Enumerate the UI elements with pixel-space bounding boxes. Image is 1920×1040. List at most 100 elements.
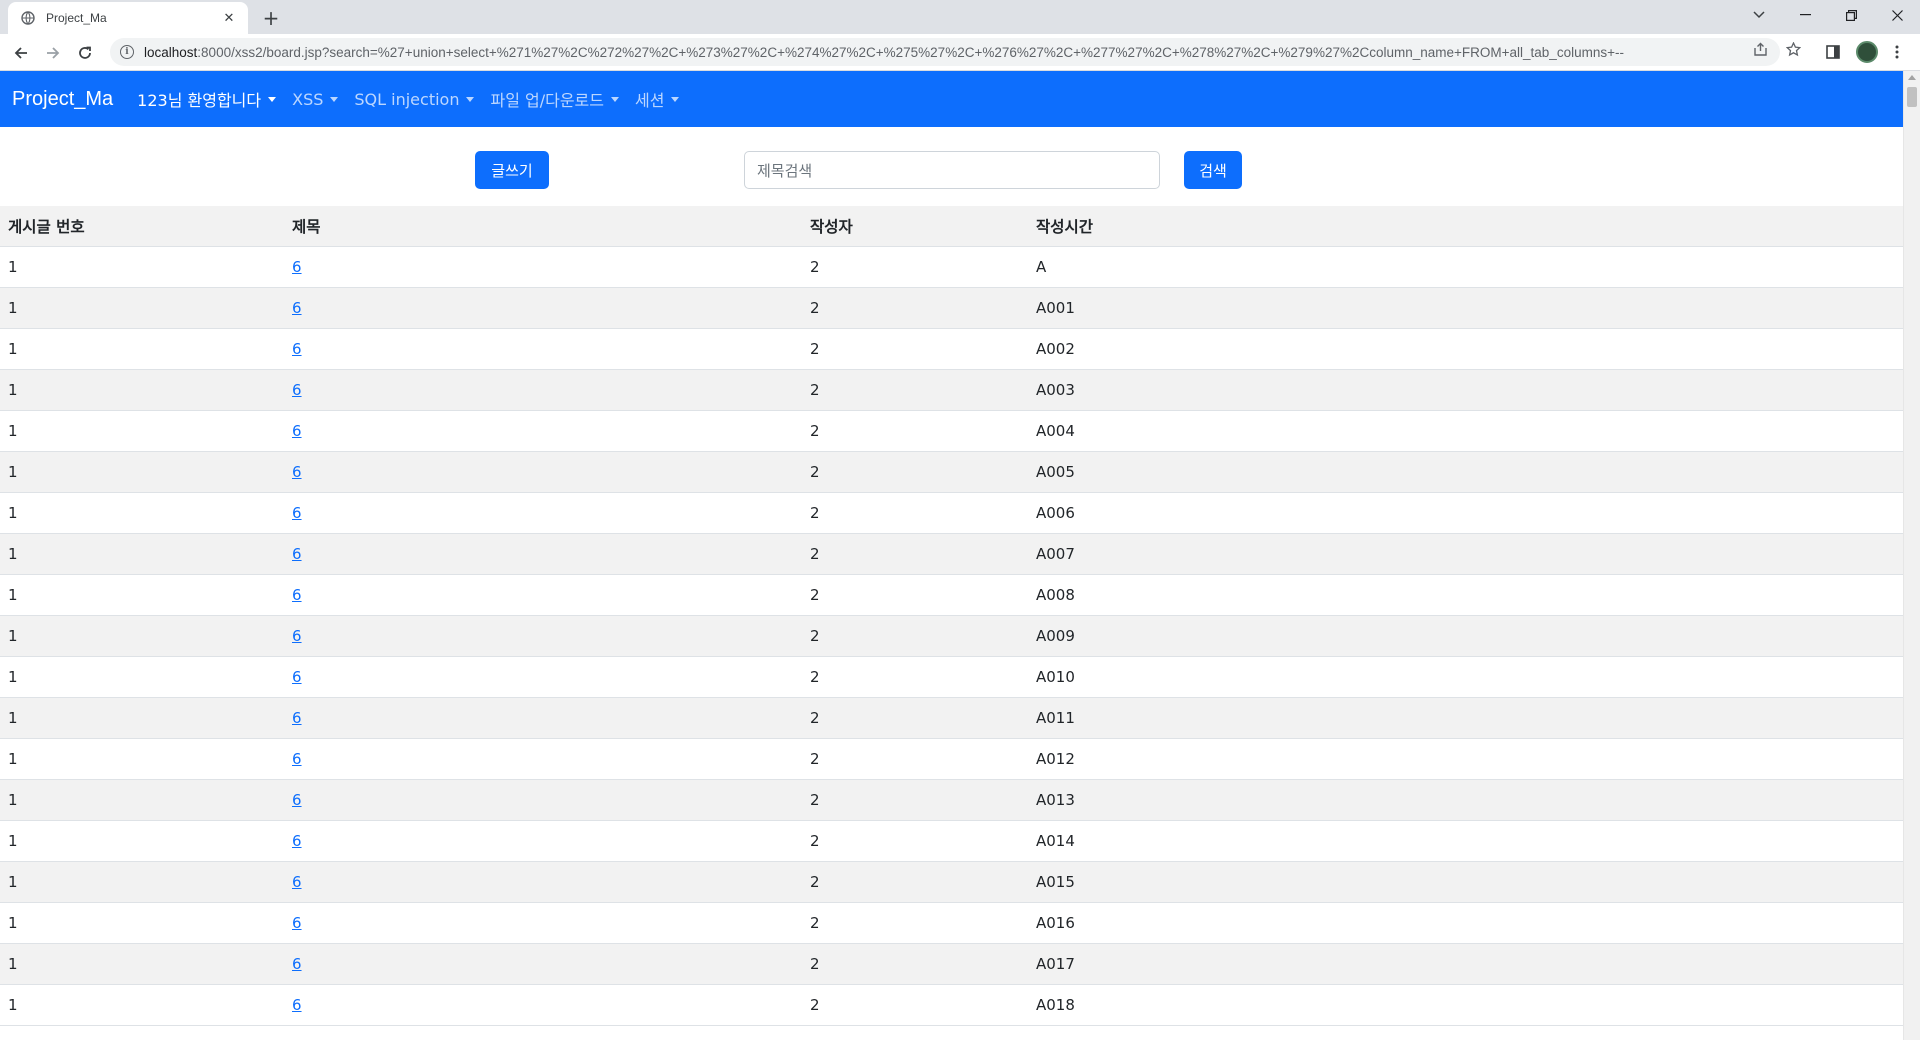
forward-arrow-icon[interactable]: [40, 40, 66, 66]
post-title-link[interactable]: 6: [292, 586, 302, 604]
column-header-time: 작성시간: [1028, 206, 1903, 247]
post-title-link[interactable]: 6: [292, 709, 302, 727]
post-author-cell: 2: [802, 861, 1028, 903]
post-author-cell: 2: [802, 779, 1028, 821]
title-search-input[interactable]: 제목검색: [744, 151, 1160, 189]
post-time-cell: A012: [1028, 738, 1903, 780]
table-row: 1 6 2 A005: [0, 451, 1903, 493]
post-number-cell: 1: [0, 287, 284, 329]
table-row: 1 6 2 A014: [0, 820, 1903, 862]
scroll-thumb[interactable]: [1907, 87, 1917, 107]
post-time-cell: A003: [1028, 369, 1903, 411]
post-title-link[interactable]: 6: [292, 914, 302, 932]
table-row: 1 6 2 A012: [0, 738, 1903, 780]
post-title-link[interactable]: 6: [292, 955, 302, 973]
post-title-link[interactable]: 6: [292, 463, 302, 481]
address-bar[interactable]: i localhost:8000/xss2/board.jsp?search=%…: [110, 38, 1780, 66]
table-row: 1 6 2 A002: [0, 328, 1903, 370]
more-menu-icon[interactable]: [1886, 41, 1908, 63]
post-author-cell: 2: [802, 943, 1028, 985]
nav-item-welcome[interactable]: 123님 환영합니다: [137, 87, 277, 111]
post-number-cell: 1: [0, 820, 284, 862]
post-time-cell: A007: [1028, 533, 1903, 575]
post-title-link[interactable]: 6: [292, 504, 302, 522]
table-row: 1 6 2 A003: [0, 369, 1903, 411]
navbar-brand[interactable]: Project_Ma: [12, 88, 113, 111]
post-title-link[interactable]: 6: [292, 422, 302, 440]
nav-item-label: XSS: [292, 89, 324, 109]
post-title-link[interactable]: 6: [292, 668, 302, 686]
post-title-link[interactable]: 6: [292, 340, 302, 358]
table-row: 1 6 2 A011: [0, 697, 1903, 739]
post-time-cell: A002: [1028, 328, 1903, 370]
post-title-link[interactable]: 6: [292, 832, 302, 850]
site-navbar: Project_Ma 123님 환영합니다 XSS SQL injection …: [0, 71, 1903, 127]
post-title-cell: 6: [284, 656, 802, 698]
minimize-icon[interactable]: [1782, 0, 1828, 30]
info-icon[interactable]: i: [120, 45, 134, 59]
nav-item-xss[interactable]: XSS: [292, 89, 339, 109]
post-author-cell: 2: [802, 738, 1028, 780]
post-author-cell: 2: [802, 369, 1028, 411]
board-table: 게시글 번호 제목 작성자 작성시간 1 6 2 A 1 6 2 A001 1 6 2 A002 1 6 2…: [0, 206, 1903, 1026]
post-title-link[interactable]: 6: [292, 627, 302, 645]
table-row: 1 6 2 A008: [0, 574, 1903, 616]
column-header-title: 제목: [284, 206, 802, 247]
post-author-cell: 2: [802, 574, 1028, 616]
side-panel-icon[interactable]: [1822, 41, 1844, 63]
bookmark-star-icon[interactable]: [1785, 41, 1801, 57]
back-arrow-icon[interactable]: [8, 40, 34, 66]
reload-icon[interactable]: [72, 40, 98, 66]
table-row: 1 6 2 A017: [0, 943, 1903, 985]
post-time-cell: A006: [1028, 492, 1903, 534]
post-number-cell: 1: [0, 246, 284, 288]
post-title-cell: 6: [284, 533, 802, 575]
post-title-cell: 6: [284, 574, 802, 616]
post-time-cell: A011: [1028, 697, 1903, 739]
post-author-cell: 2: [802, 246, 1028, 288]
new-tab-button[interactable]: +: [258, 5, 284, 31]
nav-item-sql-injection[interactable]: SQL injection: [354, 89, 475, 109]
restore-icon[interactable]: [1828, 0, 1874, 30]
post-title-cell: 6: [284, 984, 802, 1026]
post-number-cell: 1: [0, 738, 284, 780]
post-title-link[interactable]: 6: [292, 873, 302, 891]
profile-avatar-icon[interactable]: [1856, 41, 1878, 63]
post-number-cell: 1: [0, 861, 284, 903]
post-title-link[interactable]: 6: [292, 791, 302, 809]
table-row: 1 6 2 A009: [0, 615, 1903, 657]
caret-down-icon: [466, 96, 475, 102]
post-title-link[interactable]: 6: [292, 258, 302, 276]
write-button[interactable]: 글쓰기: [475, 151, 549, 189]
tab-search-icon[interactable]: [1736, 0, 1782, 30]
window-close-icon[interactable]: [1874, 0, 1920, 30]
post-title-cell: 6: [284, 943, 802, 985]
browser-toolbar: i localhost:8000/xss2/board.jsp?search=%…: [0, 34, 1920, 71]
scroll-up-arrow-icon[interactable]: [1908, 75, 1916, 80]
table-row: 1 6 2 A001: [0, 287, 1903, 329]
post-title-cell: 6: [284, 697, 802, 739]
page-scrollbar[interactable]: [1903, 71, 1920, 1040]
share-icon[interactable]: [1752, 41, 1768, 57]
post-title-link[interactable]: 6: [292, 996, 302, 1014]
nav-item-label: SQL injection: [354, 89, 460, 109]
post-author-cell: 2: [802, 492, 1028, 534]
board-table-body: 1 6 2 A 1 6 2 A001 1 6 2 A002 1 6 2 A003 1 6 2 A004 1 6 2 A005 1…: [0, 246, 1903, 1026]
post-number-cell: 1: [0, 492, 284, 534]
post-title-link[interactable]: 6: [292, 750, 302, 768]
post-title-link[interactable]: 6: [292, 381, 302, 399]
search-button[interactable]: 검색: [1184, 151, 1242, 189]
post-title-cell: 6: [284, 328, 802, 370]
post-title-link[interactable]: 6: [292, 299, 302, 317]
browser-tab[interactable]: Project_Ma ✕: [8, 2, 248, 34]
post-author-cell: 2: [802, 697, 1028, 739]
post-author-cell: 2: [802, 902, 1028, 944]
globe-icon: [20, 10, 36, 26]
close-icon[interactable]: ✕: [220, 9, 238, 27]
post-title-cell: 6: [284, 287, 802, 329]
nav-item-session[interactable]: 세션: [635, 87, 680, 111]
post-title-cell: 6: [284, 615, 802, 657]
post-title-link[interactable]: 6: [292, 545, 302, 563]
nav-item-file-updown[interactable]: 파일 업/다운로드: [490, 87, 619, 111]
post-time-cell: A004: [1028, 410, 1903, 452]
